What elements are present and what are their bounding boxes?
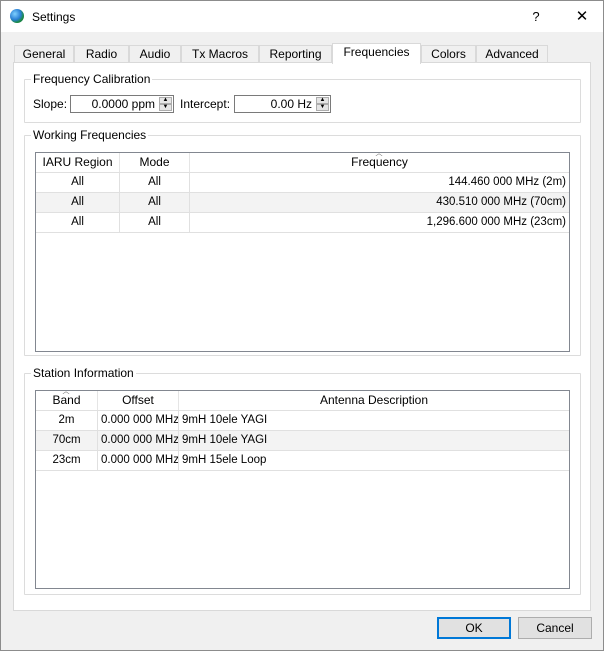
title-bar[interactable]: Settings ? ✕ bbox=[1, 1, 603, 32]
close-button[interactable]: ✕ bbox=[564, 1, 600, 32]
intercept-label: Intercept: bbox=[180, 97, 231, 111]
sort-ascending-icon: ︿ bbox=[375, 152, 383, 157]
working-frequencies-title: Working Frequencies bbox=[31, 128, 149, 142]
table-row[interactable]: 2m 0.000 000 MHz 9mH 10ele YAGI bbox=[36, 410, 569, 430]
working-frequencies-group: Working Frequencies IARU Region Mode ︿ F… bbox=[24, 128, 581, 356]
table-header: IARU Region Mode ︿ Frequency bbox=[36, 153, 569, 172]
slope-label: Slope: bbox=[33, 97, 68, 111]
slope-value: 0.0000 ppm bbox=[91, 97, 155, 111]
column-header-iaru-region[interactable]: IARU Region bbox=[36, 153, 120, 172]
tab-radio[interactable]: Radio bbox=[74, 45, 129, 63]
table-header: ︿ Band Offset Antenna Description bbox=[36, 391, 569, 410]
cell-frequency: 144.460 000 MHz (2m) bbox=[448, 176, 566, 188]
chevron-down-icon[interactable]: ▼ bbox=[159, 104, 172, 111]
table-row[interactable]: All All 430.510 000 MHz (70cm) bbox=[36, 192, 569, 212]
frequencies-panel: Frequency Calibration Slope: 0.0000 ppm … bbox=[13, 62, 591, 611]
table-row[interactable]: 70cm 0.000 000 MHz 9mH 10ele YAGI bbox=[36, 430, 569, 450]
cell-antenna: 9mH 10ele YAGI bbox=[182, 434, 268, 446]
cell-region: All bbox=[36, 173, 120, 192]
cell-offset: 0.000 000 MHz bbox=[98, 431, 179, 450]
column-header-offset[interactable]: Offset bbox=[98, 391, 179, 410]
table-row[interactable]: All All 144.460 000 MHz (2m) bbox=[36, 172, 569, 192]
tab-tx-macros[interactable]: Tx Macros bbox=[181, 45, 259, 63]
cell-band: 2m bbox=[36, 411, 98, 430]
column-header-mode[interactable]: Mode bbox=[120, 153, 190, 172]
column-header-frequency[interactable]: ︿ Frequency bbox=[190, 153, 569, 172]
cell-antenna: 9mH 10ele YAGI bbox=[182, 414, 268, 426]
tab-audio[interactable]: Audio bbox=[129, 45, 181, 63]
frequency-calibration-group: Frequency Calibration Slope: 0.0000 ppm … bbox=[24, 72, 581, 123]
window-title: Settings bbox=[32, 10, 76, 24]
cell-mode: All bbox=[120, 173, 190, 192]
table-row[interactable]: 23cm 0.000 000 MHz 9mH 15ele Loop bbox=[36, 450, 569, 471]
chevron-down-icon[interactable]: ▼ bbox=[316, 104, 329, 111]
cell-frequency: 430.510 000 MHz (70cm) bbox=[436, 196, 566, 208]
cell-mode: All bbox=[120, 213, 190, 232]
cell-frequency: 1,296.600 000 MHz (23cm) bbox=[426, 216, 566, 228]
intercept-value: 0.00 Hz bbox=[270, 97, 312, 111]
tab-general[interactable]: General bbox=[14, 45, 74, 63]
app-globe-icon bbox=[10, 9, 24, 23]
cell-mode: All bbox=[120, 193, 190, 212]
cell-offset: 0.000 000 MHz bbox=[98, 411, 179, 430]
intercept-stepper[interactable]: ▲ ▼ bbox=[316, 97, 329, 111]
station-information-table[interactable]: ︿ Band Offset Antenna Description 2m 0.0… bbox=[35, 390, 570, 589]
column-header-band[interactable]: ︿ Band bbox=[36, 391, 98, 410]
intercept-spinbox[interactable]: 0.00 Hz ▲ ▼ bbox=[234, 95, 331, 113]
sort-ascending-icon: ︿ bbox=[62, 390, 70, 395]
frequency-calibration-title: Frequency Calibration bbox=[31, 72, 153, 86]
cell-offset: 0.000 000 MHz bbox=[98, 451, 179, 470]
settings-dialog: Settings ? ✕ General Radio Audio Tx Macr… bbox=[0, 0, 604, 651]
chevron-up-icon[interactable]: ▲ bbox=[316, 97, 329, 104]
cell-band: 23cm bbox=[36, 451, 98, 470]
station-information-group: Station Information ︿ Band Offset Antenn… bbox=[24, 366, 581, 595]
tab-reporting[interactable]: Reporting bbox=[259, 45, 332, 63]
tab-frequencies[interactable]: Frequencies bbox=[332, 43, 421, 64]
table-row[interactable]: All All 1,296.600 000 MHz (23cm) bbox=[36, 212, 569, 233]
cell-band: 70cm bbox=[36, 431, 98, 450]
cell-region: All bbox=[36, 193, 120, 212]
help-button[interactable]: ? bbox=[523, 1, 549, 32]
cancel-button[interactable]: Cancel bbox=[518, 617, 592, 639]
cell-antenna: 9mH 15ele Loop bbox=[182, 454, 267, 466]
slope-spinbox[interactable]: 0.0000 ppm ▲ ▼ bbox=[70, 95, 174, 113]
tab-colors[interactable]: Colors bbox=[421, 45, 476, 63]
slope-stepper[interactable]: ▲ ▼ bbox=[159, 97, 172, 111]
ok-button[interactable]: OK bbox=[437, 617, 511, 639]
chevron-up-icon[interactable]: ▲ bbox=[159, 97, 172, 104]
column-header-antenna-description[interactable]: Antenna Description bbox=[179, 391, 569, 410]
tab-advanced[interactable]: Advanced bbox=[476, 45, 548, 63]
station-information-title: Station Information bbox=[31, 366, 136, 380]
working-frequencies-table[interactable]: IARU Region Mode ︿ Frequency All All 144… bbox=[35, 152, 570, 352]
cell-region: All bbox=[36, 213, 120, 232]
